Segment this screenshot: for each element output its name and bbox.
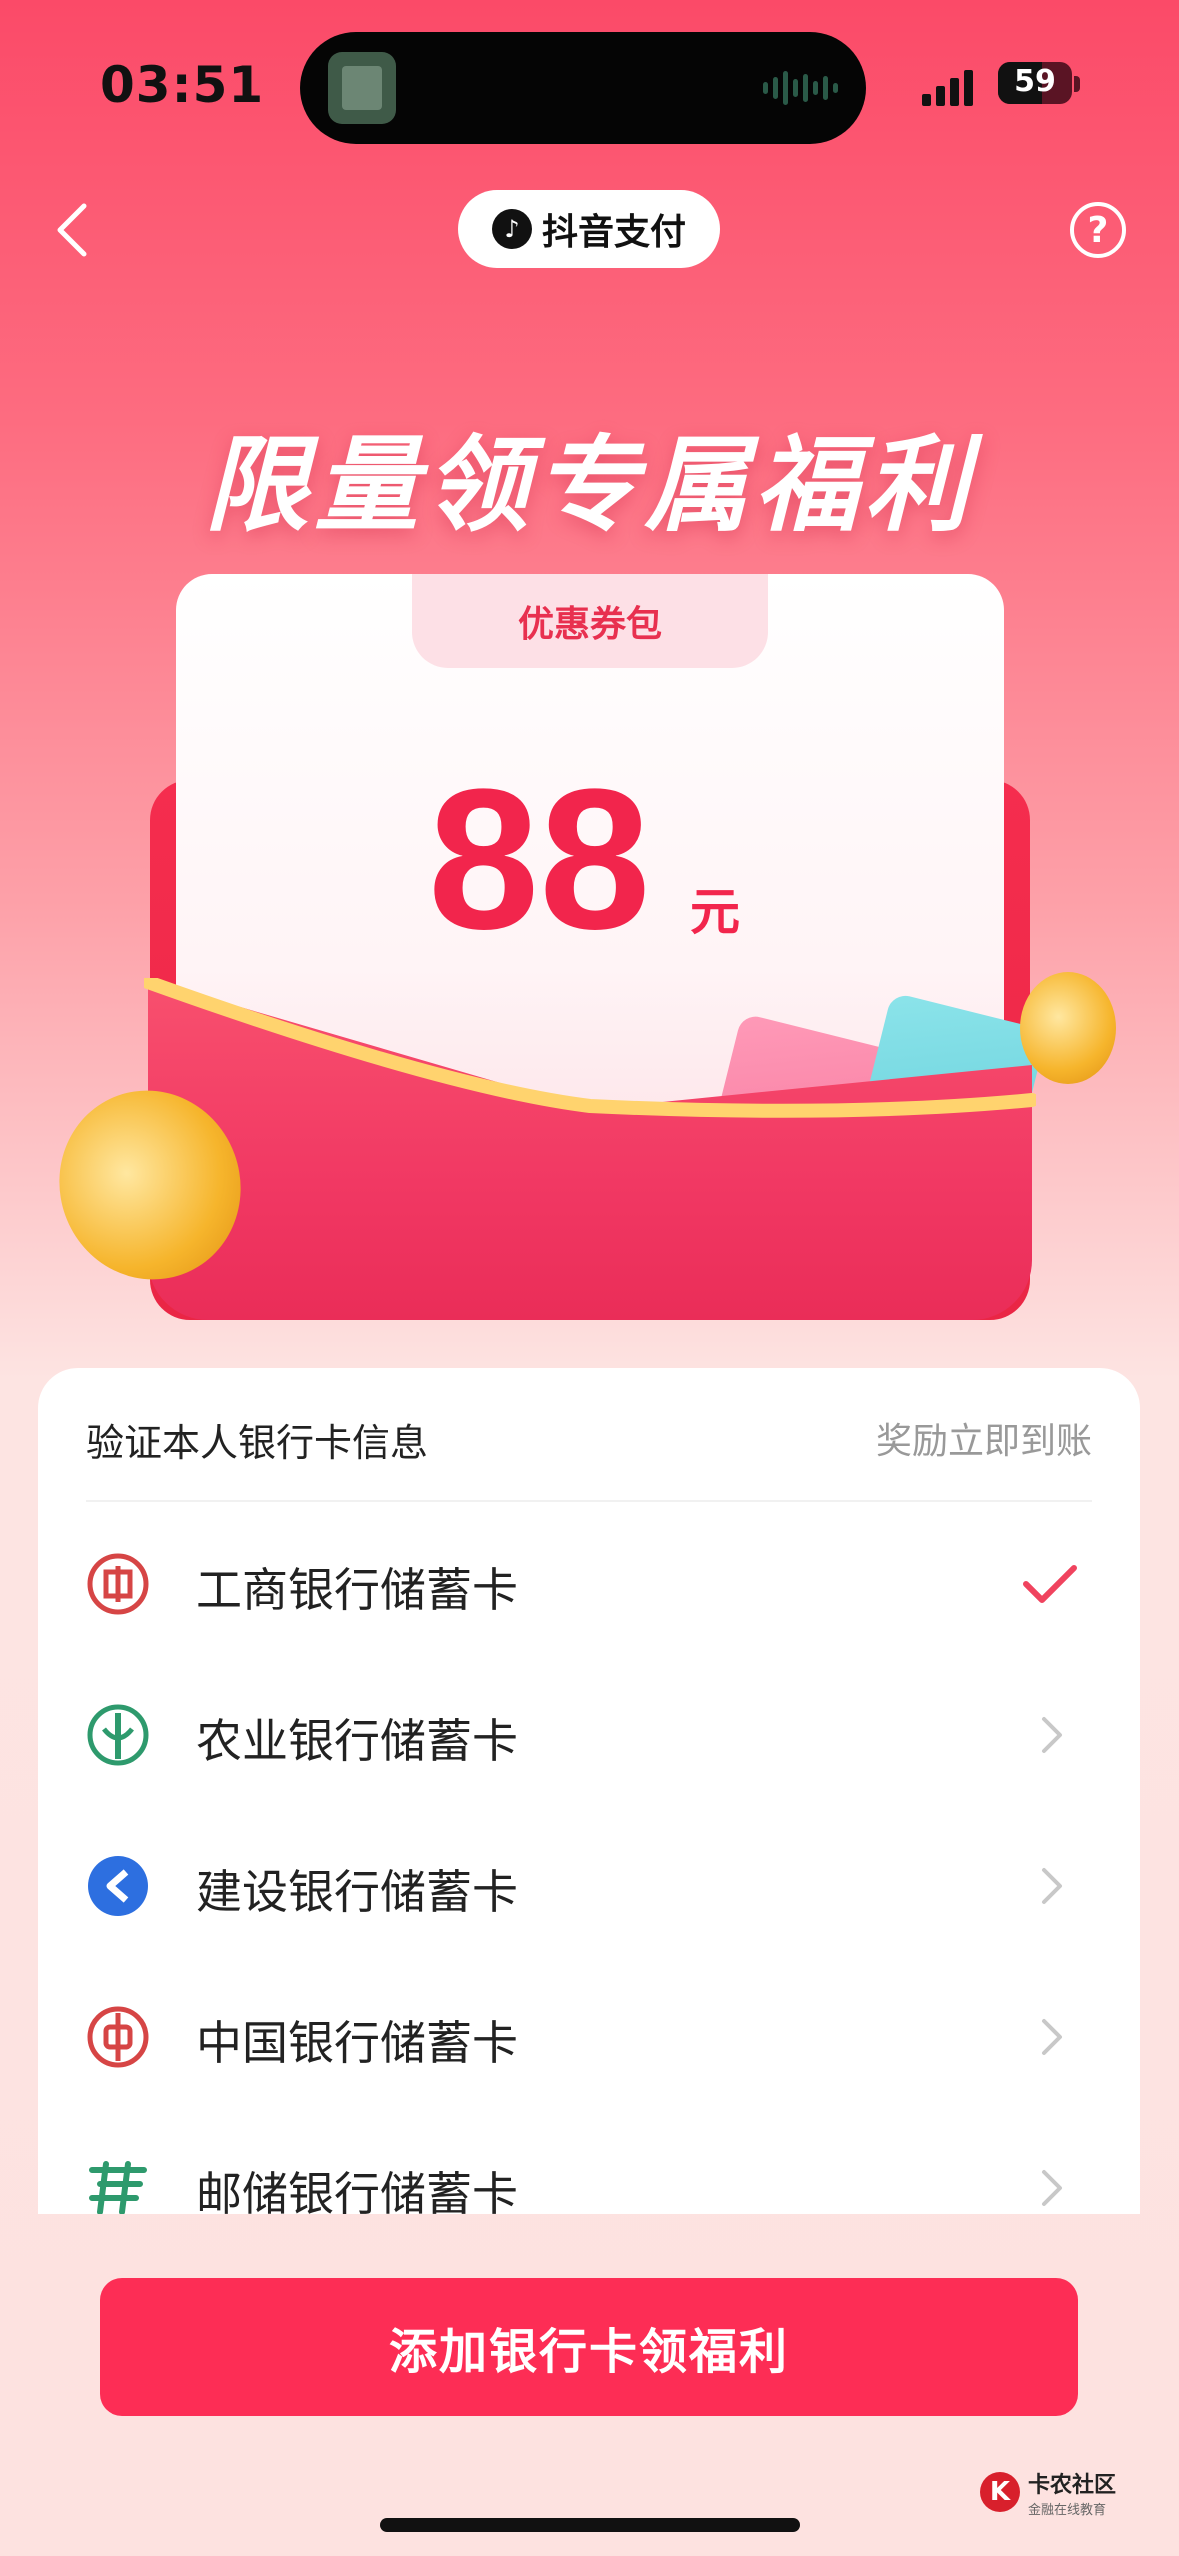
battery-icon: 59 xyxy=(998,62,1072,104)
question-mark-icon: ? xyxy=(1087,209,1109,251)
panel-header: 验证本人银行卡信息 奖励立即到账 xyxy=(86,1368,1092,1502)
kanong-logo-icon: K xyxy=(980,2472,1020,2512)
bank-name: 建设银行储蓄卡 xyxy=(196,1865,518,1919)
brand-name: 抖音支付 xyxy=(541,212,686,253)
add-bank-card-button[interactable]: 添加银行卡领福利 xyxy=(100,2278,1078,2416)
bank-name: 农业银行储蓄卡 xyxy=(196,1714,518,1768)
douyin-logo-icon: ♪ xyxy=(491,209,532,249)
hero-title: 限量领专属福利 xyxy=(204,424,975,546)
watermark-subtitle: 金融在线教育 xyxy=(1028,2502,1107,2518)
chevron-right-icon xyxy=(1042,1717,1062,1753)
chevron-right-icon xyxy=(1042,2019,1062,2055)
back-button[interactable] xyxy=(46,200,106,260)
bank-row-icbc[interactable]: 工商银行储蓄卡 xyxy=(38,1508,1140,1659)
panel-note: 奖励立即到账 xyxy=(875,1421,1092,1462)
dynamic-island[interactable] xyxy=(300,32,866,144)
bank-row-boc[interactable]: 中国银行储蓄卡 xyxy=(38,1961,1140,2112)
bank-row-abc[interactable]: 农业银行储蓄卡 xyxy=(38,1659,1140,1810)
bank-name: 邮储银行储蓄卡 xyxy=(196,2167,518,2214)
watermark-text: 卡农社区 金融在线教育 xyxy=(1028,2467,1116,2518)
envelope-rim xyxy=(144,978,1036,1118)
chevron-right-icon xyxy=(1042,1868,1062,1904)
icbc-icon xyxy=(87,1553,149,1615)
battery-level: 59 xyxy=(1014,64,1056,99)
bank-card-panel: 验证本人银行卡信息 奖励立即到账 工商银行储蓄卡 农业银行储蓄卡 建设银行储蓄卡… xyxy=(38,1368,1140,2214)
chevron-left-icon xyxy=(57,203,87,257)
panel-title: 验证本人银行卡信息 xyxy=(86,1421,429,1465)
voucher-tab-label: 优惠券包 xyxy=(517,604,662,645)
psbc-icon xyxy=(89,2161,147,2214)
voucher-tab: 优惠券包 xyxy=(412,574,768,668)
gold-coin-icon xyxy=(1020,972,1116,1084)
help-button[interactable]: ? xyxy=(1070,202,1126,258)
checkmark-icon xyxy=(1023,1565,1077,1603)
bank-name: 工商银行储蓄卡 xyxy=(196,1563,518,1617)
status-time: 03:51 xyxy=(100,56,265,114)
bank-name: 中国银行储蓄卡 xyxy=(196,2016,518,2070)
live-activity-thumbnail xyxy=(328,52,396,124)
brand-badge: ♪ 抖音支付 xyxy=(458,190,720,268)
status-bar: 03:51 59 xyxy=(0,0,1179,150)
home-indicator[interactable] xyxy=(380,2518,800,2532)
battery-tip xyxy=(1074,76,1080,92)
bank-row-ccb[interactable]: 建设银行储蓄卡 xyxy=(38,1810,1140,1961)
ccb-icon xyxy=(88,1856,148,1916)
abc-icon xyxy=(87,1704,149,1766)
audio-wave-icon xyxy=(763,70,838,106)
chevron-right-icon xyxy=(1042,2170,1062,2206)
voucher-unit: 元 xyxy=(690,883,740,941)
watermark-title: 卡农社区 xyxy=(1028,2472,1117,2498)
boc-icon xyxy=(87,2006,149,2068)
cellular-signal-icon xyxy=(922,66,973,106)
voucher-amount: 88 xyxy=(428,748,651,971)
nav-header: ♪ 抖音支付 ? xyxy=(0,180,1179,280)
watermark: K 卡农社区 金融在线教育 xyxy=(980,2462,1160,2522)
bank-list: 工商银行储蓄卡 农业银行储蓄卡 建设银行储蓄卡 中国银行储蓄卡 邮储银行储蓄卡 xyxy=(38,1508,1140,2214)
bank-row-psbc[interactable]: 邮储银行储蓄卡 xyxy=(38,2112,1140,2214)
